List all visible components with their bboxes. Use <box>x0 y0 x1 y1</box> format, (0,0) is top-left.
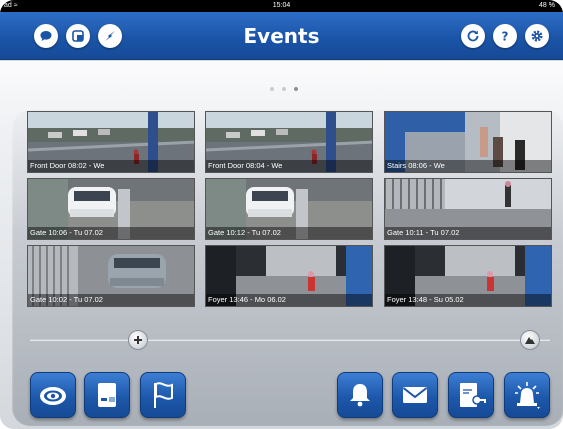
slider-track[interactable] <box>30 339 550 341</box>
event-thumbnail[interactable]: Gate 10:11 - Tu 07.02 <box>384 178 552 240</box>
event-caption: Gate 10:02 - Tu 07.02 <box>28 294 194 306</box>
event-thumbnail[interactable]: Stairs 08:06 - We <box>384 111 552 173</box>
bell-button[interactable] <box>337 372 383 418</box>
help-icon: ? <box>502 30 509 44</box>
status-battery: 48 % <box>539 2 555 9</box>
layout-button[interactable] <box>66 24 90 48</box>
flag-icon <box>154 382 173 408</box>
event-caption: Front Door 08:04 - We <box>206 160 372 172</box>
event-caption: Gate 10:12 - Tu 07.02 <box>206 227 372 239</box>
page-dot <box>270 87 274 91</box>
compass-button[interactable] <box>98 24 122 48</box>
zoom-slider[interactable] <box>30 330 550 350</box>
event-thumbnail[interactable]: Front Door 08:04 - We <box>205 111 373 173</box>
camera-dome-icon <box>40 387 66 405</box>
plus-icon <box>134 336 142 344</box>
app-window: ad ≈ 15:04 48 % Events ? Front Door 08:0… <box>0 0 563 429</box>
mail-button[interactable] <box>392 372 438 418</box>
status-time: 15:04 <box>272 2 291 9</box>
refresh-button[interactable] <box>461 24 485 48</box>
alarm-light-button[interactable] <box>504 372 550 418</box>
event-caption: Foyer 13:46 - Mo 06.02 <box>206 294 372 306</box>
event-thumbnail[interactable]: Front Door 08:02 - We <box>27 111 195 173</box>
door-key-icon <box>460 383 486 407</box>
compass-icon <box>105 31 115 41</box>
window-icon <box>72 30 84 42</box>
alarm-light-icon <box>515 382 540 409</box>
event-thumbnail[interactable]: Gate 10:02 - Tu 07.02 <box>27 245 195 307</box>
event-caption: Foyer 13:48 - Su 05.02 <box>385 294 551 306</box>
event-thumbnail[interactable]: Foyer 13:48 - Su 05.02 <box>384 245 552 307</box>
flag-button[interactable] <box>140 372 186 418</box>
mountain-icon <box>525 337 535 344</box>
card-reader-icon <box>98 383 116 407</box>
zoom-in-knob[interactable] <box>128 330 148 350</box>
event-thumbnail[interactable]: Foyer 13:46 - Mo 06.02 <box>205 245 373 307</box>
slider-thumb[interactable] <box>520 330 540 350</box>
door-key-button[interactable] <box>448 372 494 418</box>
bell-icon <box>350 384 370 407</box>
refresh-icon <box>467 30 479 42</box>
chat-icon <box>40 31 52 41</box>
event-grid: Front Door 08:02 - We Front Door 08:04 - … <box>27 111 552 307</box>
chat-button[interactable] <box>34 24 58 48</box>
event-thumbnail[interactable]: Gate 10:12 - Tu 07.02 <box>205 178 373 240</box>
page-dot <box>282 87 286 91</box>
settings-button[interactable] <box>525 24 549 48</box>
event-caption: Gate 10:11 - Tu 07.02 <box>385 227 551 239</box>
event-caption: Front Door 08:02 - We <box>28 160 194 172</box>
mail-icon <box>402 387 428 403</box>
svg-text:?: ? <box>502 30 509 44</box>
event-caption: Stairs 08:06 - We <box>385 160 551 172</box>
help-button[interactable]: ? <box>493 24 517 48</box>
camera-button[interactable] <box>30 372 76 418</box>
nav-bar: Events ? <box>0 12 563 60</box>
event-thumbnail[interactable]: Gate 10:06 - Tu 07.02 <box>27 178 195 240</box>
settings-icon <box>531 30 543 42</box>
page-indicator[interactable] <box>270 87 298 91</box>
event-caption: Gate 10:06 - Tu 07.02 <box>28 227 194 239</box>
status-bar: ad ≈ 15:04 48 % <box>0 0 563 12</box>
card-reader-button[interactable] <box>84 372 130 418</box>
page-dot-active <box>294 87 298 91</box>
